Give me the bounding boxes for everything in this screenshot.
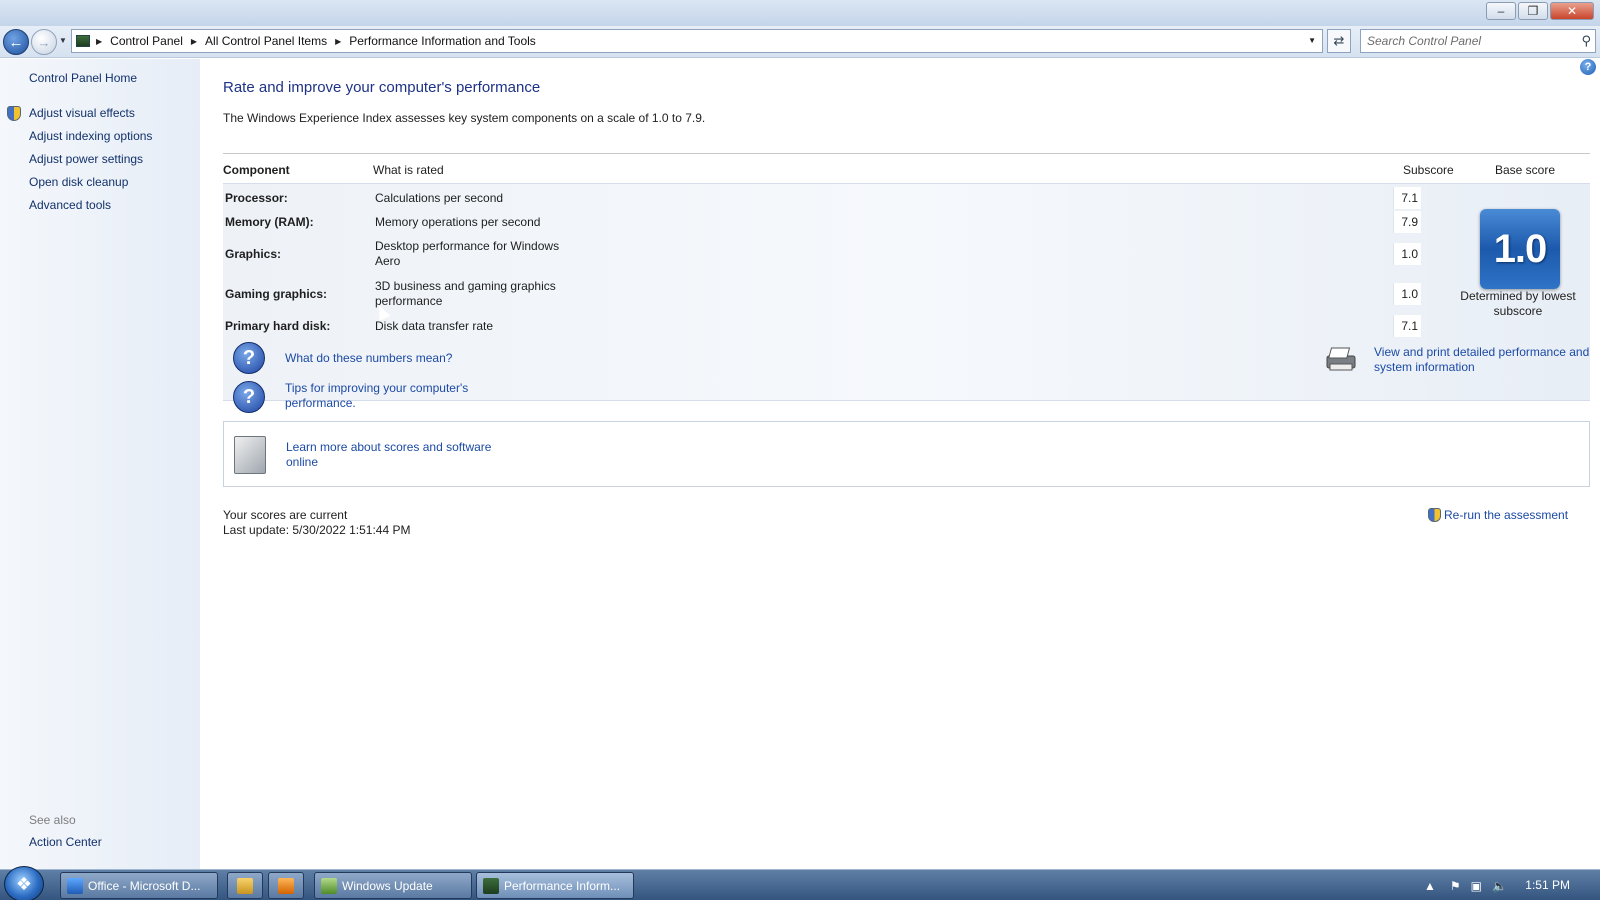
back-button[interactable]: ←: [3, 29, 29, 55]
address-bar[interactable]: ▶ Control Panel ▶ All Control Panel Item…: [71, 29, 1323, 53]
column-header-component: Component: [223, 163, 290, 177]
table-row-rated: Desktop performance for Windows Aero: [375, 239, 560, 268]
main-content: ? Rate and improve your computer's perfo…: [200, 59, 1600, 869]
table-row-component: Primary hard disk:: [225, 319, 331, 333]
table-divider: [223, 153, 1590, 154]
uac-shield-icon: [1428, 508, 1441, 522]
search-placeholder: Search Control Panel: [1367, 34, 1482, 48]
navigation-bar: ← → ▼ ▶ Control Panel ▶ All Control Pane…: [0, 26, 1600, 58]
printer-icon[interactable]: [1323, 346, 1359, 372]
learn-more-box: Learn more about scores and software onl…: [223, 421, 1590, 487]
status-current: Your scores are current: [223, 508, 348, 522]
flag-icon[interactable]: ⚑: [1450, 879, 1461, 893]
clock[interactable]: 1:51 PM: [1525, 878, 1570, 892]
network-icon[interactable]: ▣: [1471, 879, 1482, 893]
taskbar-item-label: Office - Microsoft D...: [88, 878, 201, 893]
system-tray: ▲ ⚑ ▣ 🔈: [1410, 870, 1600, 900]
question-icon[interactable]: ?: [233, 342, 265, 374]
taskbar: ❖ Office - Microsoft D... Windows Update…: [0, 866, 1600, 900]
close-button[interactable]: ✕: [1550, 2, 1594, 20]
table-row-rated: Calculations per second: [375, 191, 504, 205]
control-panel-home-link[interactable]: Control Panel Home: [29, 71, 137, 85]
taskbar-explorer-button[interactable]: [227, 872, 263, 899]
status-block: Your scores are current Last update: 5/3…: [223, 508, 410, 538]
taskbar-media-player-button[interactable]: [268, 872, 304, 899]
column-header-subscore: Subscore: [1403, 163, 1454, 177]
table-row-subscore: 7.1: [1393, 187, 1421, 209]
sidebar-item-disk-cleanup[interactable]: Open disk cleanup: [29, 175, 128, 189]
volume-muted-icon[interactable]: 🔈: [1492, 879, 1507, 893]
control-panel-icon: [76, 35, 90, 47]
title-bar: – ❐ ✕: [0, 0, 1600, 26]
table-row-component: Gaming graphics:: [225, 287, 328, 301]
breadcrumb-separator-icon[interactable]: ▶: [96, 37, 102, 46]
sidebar-item-action-center[interactable]: Action Center: [29, 835, 102, 849]
window-controls: – ❐ ✕: [1484, 2, 1594, 20]
media-player-icon: [278, 877, 294, 894]
table-row-rated: Memory operations per second: [375, 215, 541, 229]
search-icon[interactable]: ⚲: [1581, 33, 1591, 49]
breadcrumb-separator-icon[interactable]: ▶: [191, 37, 197, 46]
sidebar: Control Panel Home Adjust visual effects…: [0, 59, 200, 869]
minimize-button[interactable]: –: [1486, 2, 1516, 20]
rerun-assessment-link[interactable]: Re-run the assessment: [1428, 508, 1568, 522]
page-description: The Windows Experience Index assesses ke…: [223, 111, 706, 125]
tips-improving-link[interactable]: Tips for improving your computer's perfo…: [285, 381, 485, 411]
table-row-subscore: 1.0: [1393, 243, 1421, 265]
table-row-component: Graphics:: [225, 247, 282, 261]
table-row-rated: 3D business and gaming graphics performa…: [375, 279, 556, 308]
column-header-what-is-rated: What is rated: [373, 163, 444, 177]
taskbar-item-office[interactable]: Office - Microsoft D...: [60, 872, 218, 899]
table-row-subscore: 7.1: [1393, 315, 1421, 337]
recent-pages-dropdown-icon[interactable]: ▼: [59, 36, 67, 45]
table-row-subscore: 1.0: [1393, 283, 1421, 305]
windows-update-icon: [321, 877, 337, 894]
last-update: Last update: 5/30/2022 1:51:44 PM: [223, 523, 411, 537]
refresh-icon: ⇄: [1333, 33, 1345, 48]
question-icon[interactable]: ?: [233, 381, 265, 413]
folder-icon: [237, 877, 253, 894]
sidebar-item-advanced-tools[interactable]: Advanced tools: [29, 198, 111, 212]
table-row-rated: Disk data transfer rate: [375, 319, 494, 333]
forward-arrow-icon: →: [37, 34, 51, 50]
help-icon[interactable]: ?: [1580, 59, 1596, 75]
table-row-component: Processor:: [225, 191, 288, 205]
back-arrow-icon: ←: [8, 33, 24, 51]
learn-more-link[interactable]: Learn more about scores and software onl…: [286, 440, 496, 470]
forward-button[interactable]: →: [31, 29, 57, 55]
refresh-button[interactable]: ⇄: [1327, 29, 1351, 53]
ie-icon: [67, 877, 83, 894]
breadcrumb-all-items[interactable]: All Control Panel Items: [205, 34, 327, 48]
taskbar-item-performance[interactable]: Performance Inform...: [476, 872, 634, 899]
what-numbers-mean-link[interactable]: What do these numbers mean?: [285, 351, 452, 366]
breadcrumb-separator-icon[interactable]: ▶: [335, 37, 341, 46]
taskbar-item-label: Windows Update: [342, 878, 433, 893]
taskbar-item-label: Performance Inform...: [504, 878, 621, 893]
base-score-note: Determined by lowest subscore: [1460, 289, 1576, 318]
sidebar-item-indexing[interactable]: Adjust indexing options: [29, 129, 152, 143]
table-row-subscore: 7.9: [1393, 211, 1421, 233]
rerun-label: Re-run the assessment: [1444, 508, 1569, 522]
sidebar-item-power[interactable]: Adjust power settings: [29, 152, 143, 166]
breadcrumb-control-panel[interactable]: Control Panel: [110, 34, 183, 48]
show-hidden-icons-icon[interactable]: ▲: [1424, 879, 1436, 893]
taskbar-item-windows-update[interactable]: Windows Update: [314, 872, 472, 899]
address-dropdown-icon[interactable]: ▼: [1308, 36, 1316, 45]
column-header-base-score: Base score: [1495, 163, 1556, 177]
see-also-heading: See also: [29, 813, 76, 827]
search-input[interactable]: Search Control Panel ⚲: [1360, 29, 1596, 53]
view-print-details-link[interactable]: View and print detailed performance and …: [1374, 345, 1594, 375]
windows-logo-icon: ❖: [15, 873, 33, 894]
sidebar-item-visual-effects[interactable]: Adjust visual effects: [29, 106, 135, 120]
software-box-icon: [234, 436, 266, 474]
uac-shield-icon: [7, 106, 21, 121]
restore-button[interactable]: ❐: [1518, 2, 1548, 20]
breadcrumb-performance[interactable]: Performance Information and Tools: [349, 34, 536, 48]
start-button[interactable]: ❖: [4, 866, 44, 900]
page-title: Rate and improve your computer's perform…: [223, 79, 541, 96]
base-score-badge[interactable]: 1.0: [1480, 209, 1560, 289]
control-panel-icon: [483, 877, 499, 894]
table-row-component: Memory (RAM):: [225, 215, 314, 229]
